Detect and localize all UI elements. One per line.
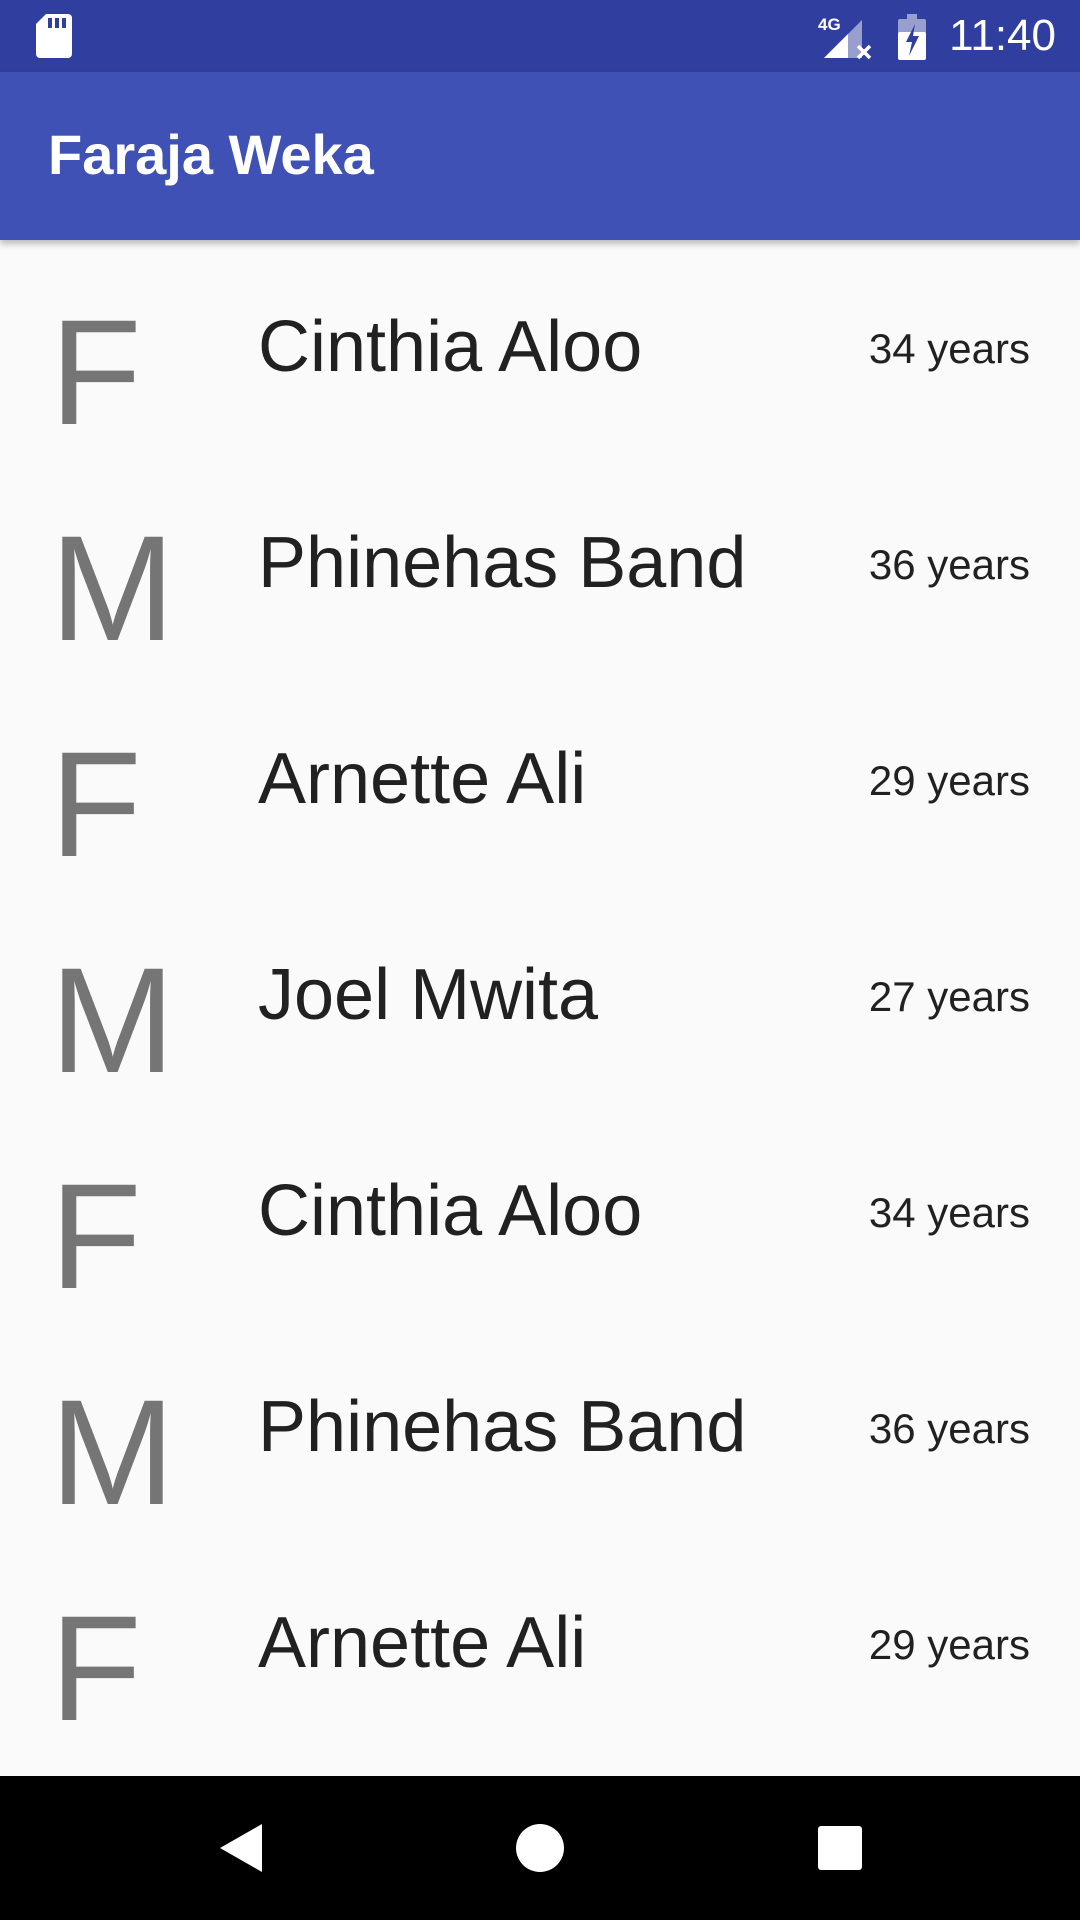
home-icon[interactable]	[504, 1812, 576, 1884]
person-name: Cinthia Aloo	[258, 307, 643, 387]
person-name: Phinehas Band	[258, 1387, 747, 1467]
person-name: Arnette Ali	[258, 1603, 587, 1683]
person-name: Arnette Ali	[258, 739, 587, 819]
person-name: Cinthia Aloo	[258, 1171, 643, 1251]
recents-icon[interactable]	[804, 1812, 876, 1884]
gender-letter: F	[50, 1584, 142, 1752]
person-age: 34 years	[868, 325, 1030, 372]
status-clock: 11:40	[949, 11, 1056, 60]
people-list: F Cinthia Aloo 34 years M Phinehas Band …	[0, 264, 1080, 1776]
list-item[interactable]: F Arnette Ali 29 years	[0, 696, 1080, 912]
person-age: 34 years	[868, 1189, 1030, 1236]
person-name: Phinehas Band	[258, 523, 747, 603]
person-age: 29 years	[868, 757, 1030, 804]
list-item[interactable]: F Cinthia Aloo 34 years	[0, 264, 1080, 480]
gender-letter: F	[50, 1152, 142, 1320]
person-age: 27 years	[868, 973, 1030, 1020]
app-title: Faraja Weka	[48, 123, 374, 186]
person-age: 36 years	[868, 1405, 1030, 1452]
list-item[interactable]: M Phinehas Band 36 years	[0, 1344, 1080, 1560]
gender-letter: M	[50, 1368, 175, 1536]
gender-letter: F	[50, 720, 142, 888]
person-age: 36 years	[868, 541, 1030, 588]
status-bar: 4G 11:40	[0, 0, 1080, 72]
list-item[interactable]: M Phinehas Band 36 years	[0, 480, 1080, 696]
list-item[interactable]: F Cinthia Aloo 34 years	[0, 1128, 1080, 1344]
battery-charging-icon	[898, 14, 926, 60]
network-type-label: 4G	[818, 15, 841, 34]
list-item[interactable]: F Arnette Ali 29 years	[0, 1560, 1080, 1776]
cellular-signal-icon: 4G	[818, 15, 872, 60]
gender-letter: M	[50, 936, 175, 1104]
back-icon[interactable]	[204, 1812, 276, 1884]
list-item[interactable]: M Joel Mwita 27 years	[0, 912, 1080, 1128]
navigation-bar	[0, 1776, 1080, 1920]
app-bar: Faraja Weka	[0, 72, 1080, 240]
sd-card-icon	[36, 14, 72, 58]
gender-letter: M	[50, 504, 175, 672]
person-age: 29 years	[868, 1621, 1030, 1668]
person-name: Joel Mwita	[258, 955, 599, 1035]
gender-letter: F	[50, 288, 142, 456]
